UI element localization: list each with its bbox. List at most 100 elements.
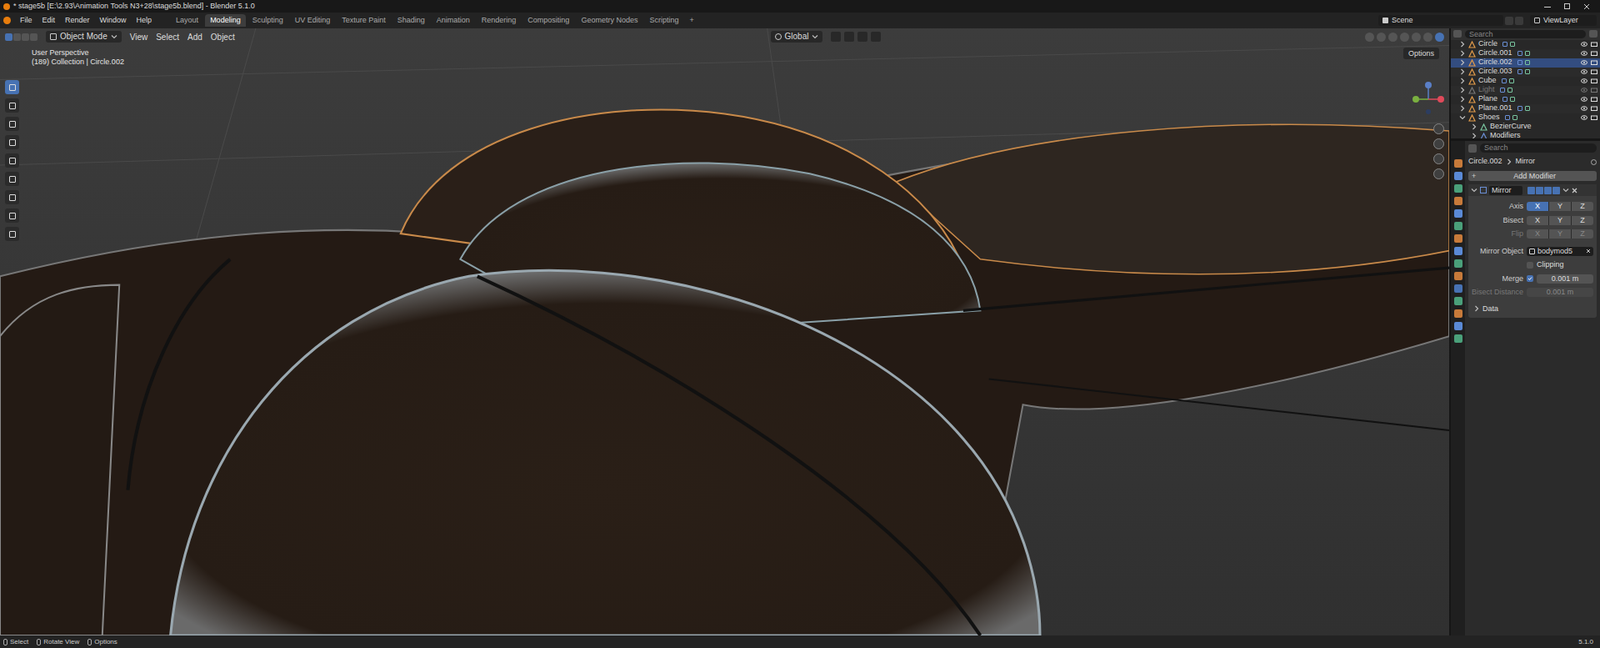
menu-item[interactable]: Help [132,15,157,27]
workspace-tab[interactable]: Rendering [476,14,522,27]
camera-icon[interactable] [1590,50,1598,56]
properties-tab-icon[interactable] [1454,209,1463,218]
toggle-button[interactable]: X [1526,201,1550,211]
clipping-checkbox[interactable] [1526,261,1534,269]
properties-tab-icon[interactable] [1454,309,1463,318]
outliner-item[interactable]: Shoes [1450,113,1600,123]
properties-tab-icon[interactable] [1454,159,1463,168]
eye-icon[interactable] [1580,78,1588,84]
menu-item[interactable]: Window [95,15,131,27]
expand-chevron-icon[interactable] [1459,40,1466,48]
menu-item[interactable]: Edit [38,15,60,27]
tool-icon[interactable] [5,98,20,113]
workspace-tab[interactable]: UV Editing [290,14,336,27]
workspace-tab[interactable]: Texture Paint [336,14,391,27]
menu-item[interactable]: Render [60,15,95,27]
expand-chevron-icon[interactable] [1459,86,1466,94]
toggle-button[interactable]: Z [1571,229,1594,239]
header-menu[interactable]: Select [155,30,180,44]
workspace-tab[interactable]: Modeling [205,14,246,27]
workspace-tab[interactable]: Layout [170,14,204,27]
header-menu[interactable]: Object [210,30,235,44]
snap-icon[interactable] [830,31,841,42]
bisect-distance-field[interactable]: 0.001 m [1526,287,1594,297]
header-menu[interactable]: View [130,30,149,44]
properties-tab-icon[interactable] [1454,196,1463,205]
properties-tab-icon[interactable] [1454,234,1463,243]
shading-icon[interactable] [1400,32,1410,42]
toggle-button[interactable]: Y [1549,201,1572,211]
workspace-tab[interactable]: Scripting [644,14,684,27]
panel-chevron-icon[interactable] [1470,186,1478,194]
properties-search[interactable]: Search [1480,143,1597,153]
nav-icon[interactable] [1433,168,1445,180]
minimize-icon[interactable] [1544,6,1551,8]
eye-icon[interactable] [1580,69,1588,75]
clear-icon[interactable] [1585,248,1591,254]
outliner-item[interactable]: Plane [1450,95,1600,105]
outliner-search[interactable]: Search [1465,30,1586,39]
modifier-header[interactable]: Mirror [1468,184,1597,196]
merge-checkbox[interactable] [1526,275,1534,282]
modifier-toggle-icon[interactable] [1535,186,1544,195]
mode-icon[interactable] [21,33,30,41]
outliner-child[interactable]: BezierCurve [1450,122,1600,132]
modifier-name-field[interactable]: Mirror [1489,185,1523,195]
maximize-icon[interactable] [1564,3,1570,10]
shading-icon[interactable] [1435,32,1445,42]
editor-type-icon[interactable] [1468,144,1477,153]
copy-icon[interactable] [1505,16,1514,25]
modifier-menu-icon[interactable] [1562,186,1570,194]
toggle-button[interactable]: Y [1549,215,1572,225]
expand-chevron-icon[interactable] [1459,95,1466,103]
tool-icon[interactable] [5,116,20,131]
expand-chevron-icon[interactable] [1459,59,1466,66]
close-window-icon[interactable] [1583,3,1590,10]
outliner-item[interactable]: Circle.001 [1450,49,1600,59]
outliner-item[interactable]: Circle [1450,40,1600,50]
properties-tab-icon[interactable] [1454,271,1463,280]
dropdown-chevron-icon[interactable] [110,33,118,40]
tool-icon[interactable] [5,171,20,186]
data-subpanel-header[interactable]: Data [1471,303,1594,315]
properties-tab-icon[interactable] [1454,184,1463,193]
outliner-item[interactable]: Circle.002 [1450,58,1600,68]
workspace-tab[interactable]: Shading [392,14,430,27]
pin-icon[interactable] [1590,159,1597,165]
properties-tab-icon[interactable] [1454,259,1463,268]
filter-icon[interactable] [1589,30,1598,38]
snap-icon[interactable] [870,31,881,42]
orientation-dropdown[interactable]: Global [770,30,824,43]
header-menu[interactable]: Add [187,30,203,44]
outliner-item[interactable]: Cube [1450,76,1600,86]
expand-chevron-icon[interactable] [1459,105,1466,112]
mode-icon[interactable] [5,33,13,41]
eye-icon[interactable] [1580,115,1588,120]
eye-icon[interactable] [1580,87,1588,93]
eye-icon[interactable] [1580,105,1588,111]
navigation-gizmo-icon[interactable] [1410,80,1446,119]
camera-icon[interactable] [1590,115,1598,120]
expand-chevron-icon[interactable] [1470,132,1478,139]
delete-icon[interactable] [1515,16,1524,25]
properties-tab-icon[interactable] [1454,296,1463,305]
toggle-button[interactable]: X [1526,215,1550,225]
tool-icon[interactable] [5,153,20,168]
camera-icon[interactable] [1590,96,1598,102]
properties-tab-icon[interactable] [1454,334,1463,343]
mode-icon[interactable] [13,33,21,41]
shading-icon[interactable] [1376,32,1386,42]
camera-icon[interactable] [1590,87,1598,93]
shading-icon[interactable] [1388,32,1398,42]
expand-chevron-icon[interactable] [1470,123,1478,130]
workspace-tab[interactable]: Compositing [522,14,575,27]
properties-tab-icon[interactable] [1454,246,1463,255]
subpanel-chevron-icon[interactable] [1473,305,1480,312]
nav-icon[interactable] [1433,153,1445,165]
workspace-tab[interactable]: Sculpting [247,14,289,27]
menu-item[interactable]: File [15,15,37,27]
tool-icon[interactable] [5,226,20,241]
close-icon[interactable] [1571,187,1578,194]
3d-viewport[interactable]: Object ModeViewSelectAddObjectGlobalUser… [0,28,1450,635]
eye-icon[interactable] [1580,41,1588,47]
